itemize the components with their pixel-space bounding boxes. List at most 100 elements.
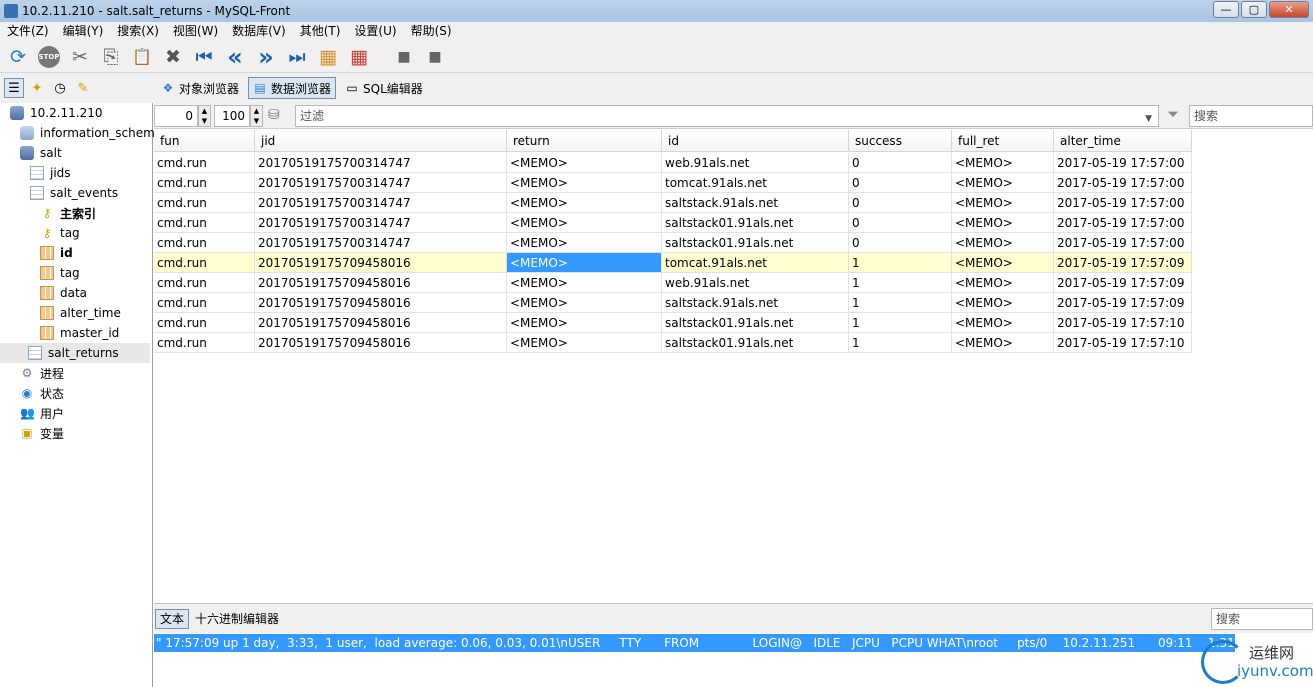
cell-success[interactable]: 1 xyxy=(849,253,952,273)
col-header-id[interactable]: id xyxy=(662,130,849,152)
editor-search-input[interactable]: 搜索 xyxy=(1211,608,1313,630)
tree-field-tag[interactable]: tag xyxy=(40,263,80,283)
tab-object-browser[interactable]: ❖ 对象浏览器 xyxy=(156,77,244,99)
cell-success[interactable]: 0 xyxy=(849,193,952,213)
menu-help[interactable]: 帮助(S) xyxy=(404,22,459,41)
tree-table-salt-returns[interactable]: salt_returns xyxy=(0,343,150,363)
first-record-icon[interactable]: ⏮ xyxy=(190,43,218,71)
limit-apply-icon[interactable]: ⛁ xyxy=(268,107,280,123)
cell-id[interactable]: saltstack01.91als.net xyxy=(662,213,849,233)
cell-id[interactable]: saltstack01.91als.net xyxy=(662,333,849,353)
cell-id[interactable]: web.91als.net xyxy=(662,273,849,293)
copy-icon[interactable]: ⎘ xyxy=(97,43,125,71)
cell-fun[interactable]: cmd.run xyxy=(154,193,255,213)
cell-alter-time[interactable]: 2017-05-19 17:57:09 xyxy=(1054,293,1192,313)
paste-icon[interactable]: 📋 xyxy=(128,43,156,71)
tree-field-master-id[interactable]: master_id xyxy=(40,323,119,343)
cell-return[interactable]: <MEMO> xyxy=(507,273,662,293)
cell-return[interactable]: <MEMO> xyxy=(507,153,662,173)
cut-icon[interactable]: ✂ xyxy=(66,43,94,71)
menu-file[interactable]: 文件(Z) xyxy=(0,22,56,41)
cell-jid[interactable]: 20170519175700314747 xyxy=(255,153,507,173)
cancel-icon[interactable]: ■ xyxy=(421,43,449,71)
table-row[interactable]: cmd.run 20170519175709458016 <MEMO> saltsta… xyxy=(154,313,1192,333)
cell-jid[interactable]: 20170519175700314747 xyxy=(255,173,507,193)
cell-id[interactable]: tomcat.91als.net xyxy=(662,253,849,273)
tab-text[interactable]: 文本 xyxy=(155,609,190,629)
col-header-full-ret[interactable]: full_ret xyxy=(952,130,1054,152)
offset-spinner[interactable]: ▲ ▼ xyxy=(198,105,211,127)
cell-success[interactable]: 1 xyxy=(849,293,952,313)
cell-return[interactable]: <MEMO> xyxy=(507,173,662,193)
cell-success[interactable]: 1 xyxy=(849,333,952,353)
menu-database[interactable]: 数据库(V) xyxy=(225,22,293,41)
col-header-fun[interactable]: fun xyxy=(154,130,255,152)
cell-return[interactable]: <MEMO> xyxy=(507,293,662,313)
cell-jid[interactable]: 20170519175709458016 xyxy=(255,313,507,333)
table-row[interactable]: cmd.run 20170519175700314747 <MEMO> saltsta… xyxy=(154,193,1192,213)
cell-fun[interactable]: cmd.run xyxy=(154,253,255,273)
cell-jid[interactable]: 20170519175700314747 xyxy=(255,233,507,253)
cell-full-ret[interactable]: <MEMO> xyxy=(952,213,1054,233)
tree-variables[interactable]: ▣ 变量 xyxy=(20,423,64,443)
history-icon[interactable]: ◷ xyxy=(50,78,70,98)
menu-settings[interactable]: 设置(U) xyxy=(347,22,403,41)
funnel-icon[interactable]: ⏷ xyxy=(1162,105,1184,127)
menu-other[interactable]: 其他(T) xyxy=(293,22,348,41)
tree-db-information-schema[interactable]: information_schem xyxy=(20,123,155,143)
col-header-success[interactable]: success xyxy=(849,130,952,152)
cell-id[interactable]: saltstack.91als.net xyxy=(662,193,849,213)
cell-full-ret[interactable]: <MEMO> xyxy=(952,253,1054,273)
cell-jid[interactable]: 20170519175709458016 xyxy=(255,273,507,293)
cell-return[interactable]: <MEMO> xyxy=(507,333,662,353)
cell-full-ret[interactable]: <MEMO> xyxy=(952,173,1054,193)
menu-edit[interactable]: 编辑(Y) xyxy=(56,22,111,41)
cell-full-ret[interactable]: <MEMO> xyxy=(952,293,1054,313)
cell-fun[interactable]: cmd.run xyxy=(154,233,255,253)
post-icon[interactable]: ■ xyxy=(390,43,418,71)
cell-alter-time[interactable]: 2017-05-19 17:57:00 xyxy=(1054,173,1192,193)
cell-alter-time[interactable]: 2017-05-19 17:57:00 xyxy=(1054,213,1192,233)
col-header-alter-time[interactable]: alter_time xyxy=(1054,130,1192,152)
cell-success[interactable]: 0 xyxy=(849,173,952,193)
cell-alter-time[interactable]: 2017-05-19 17:57:09 xyxy=(1054,273,1192,293)
cell-fun[interactable]: cmd.run xyxy=(154,333,255,353)
menu-view[interactable]: 视图(W) xyxy=(166,22,225,41)
table-row[interactable]: cmd.run 20170519175709458016 <MEMO> web.91a… xyxy=(154,273,1192,293)
cell-full-ret[interactable]: <MEMO> xyxy=(952,273,1054,293)
limit-input[interactable]: 100 xyxy=(214,105,250,127)
cell-alter-time[interactable]: 2017-05-19 17:57:00 xyxy=(1054,153,1192,173)
tree-processes[interactable]: ⚙ 进程 xyxy=(20,363,64,383)
cell-jid[interactable]: 20170519175709458016 xyxy=(255,253,507,273)
cell-id[interactable]: web.91als.net xyxy=(662,153,849,173)
insert-row-icon[interactable]: ▦ xyxy=(314,43,342,71)
cell-return[interactable]: <MEMO> xyxy=(507,213,662,233)
sql-history-icon[interactable]: ✎ xyxy=(73,78,93,98)
cell-full-ret[interactable]: <MEMO> xyxy=(952,233,1054,253)
cell-alter-time[interactable]: 2017-05-19 17:57:09 xyxy=(1054,253,1192,273)
table-row[interactable]: cmd.run 20170519175709458016 <MEMO> saltsta… xyxy=(154,333,1192,353)
col-header-jid[interactable]: jid xyxy=(255,130,507,152)
cell-id[interactable]: saltstack01.91als.net xyxy=(662,313,849,333)
chevron-down-icon[interactable]: ▼ xyxy=(1145,109,1152,129)
cell-return[interactable]: <MEMO> xyxy=(507,233,662,253)
cell-alter-time[interactable]: 2017-05-19 17:57:00 xyxy=(1054,233,1192,253)
cell-success[interactable]: 1 xyxy=(849,273,952,293)
tree-field-alter-time[interactable]: alter_time xyxy=(40,303,121,323)
tab-data-browser[interactable]: ▤ 数据浏览器 xyxy=(248,77,337,99)
minimize-button[interactable]: — xyxy=(1213,1,1239,18)
cell-jid[interactable]: 20170519175709458016 xyxy=(255,293,507,313)
quick-search-input[interactable]: 搜索 xyxy=(1189,105,1313,127)
tree-view-icon[interactable]: ☰ xyxy=(4,78,24,98)
table-row[interactable]: cmd.run 20170519175709458016 <MEMO> tomcat.… xyxy=(154,253,1192,273)
table-row[interactable]: cmd.run 20170519175700314747 <MEMO> tomcat.… xyxy=(154,173,1192,193)
tree-host[interactable]: 10.2.11.210 xyxy=(10,103,103,123)
cell-full-ret[interactable]: <MEMO> xyxy=(952,313,1054,333)
last-record-icon[interactable]: ⏭ xyxy=(283,43,311,71)
tree-status[interactable]: ◉ 状态 xyxy=(20,383,64,403)
table-row[interactable]: cmd.run 20170519175700314747 <MEMO> saltsta… xyxy=(154,213,1192,233)
cell-alter-time[interactable]: 2017-05-19 17:57:10 xyxy=(1054,333,1192,353)
cell-id[interactable]: saltstack.91als.net xyxy=(662,293,849,313)
cell-return[interactable]: <MEMO> xyxy=(507,253,662,273)
cell-jid[interactable]: 20170519175700314747 xyxy=(255,213,507,233)
